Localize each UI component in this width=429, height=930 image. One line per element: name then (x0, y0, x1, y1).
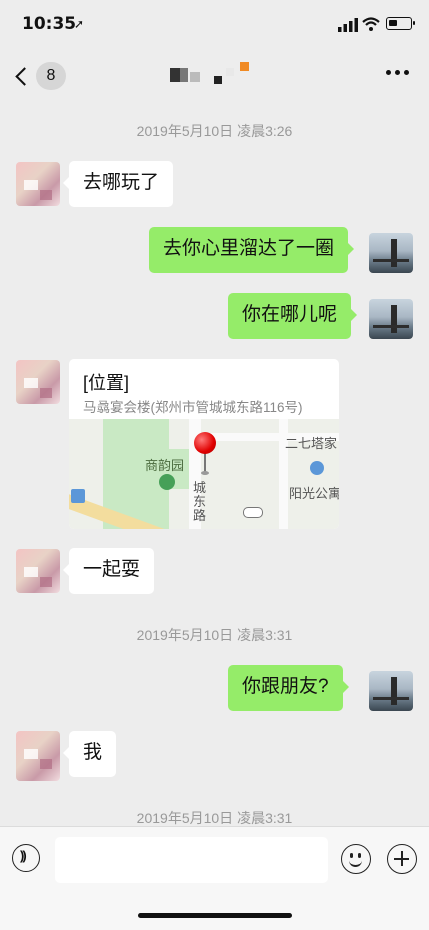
map-label-park: 商韵园 (145, 458, 185, 473)
timestamp: 2019年5月10日 凌晨3:31 (136, 627, 293, 643)
message-bubble-sent[interactable]: 你跟朋友? (228, 665, 349, 711)
contact-avatar[interactable] (16, 731, 60, 781)
timestamp: 2019年5月10日 凌晨3:26 (136, 123, 293, 139)
my-avatar[interactable] (369, 233, 413, 273)
location-message-card[interactable]: [位置] 马骉宴会楼(郑州市管城城东路116号) 商韵园 二七塔家 阳光公寓 城… (69, 359, 339, 529)
chevron-left-icon (15, 67, 34, 86)
timestamp: 2019年5月10日 凌晨3:31 (136, 810, 293, 826)
home-indicator[interactable] (138, 913, 292, 918)
wifi-icon (362, 17, 380, 31)
pin-stem (204, 453, 206, 473)
map-pin-icon (194, 432, 216, 454)
message-bubble-received[interactable]: 我 (62, 731, 117, 777)
traffic-light-icon (243, 507, 263, 518)
map-label-pagoda: 二七塔家 (285, 436, 338, 451)
battery-icon (386, 17, 415, 30)
message-input[interactable] (55, 837, 328, 883)
pin-shadow (201, 471, 209, 475)
map-label-road: 城东路 (193, 480, 207, 523)
location-arrow-icon: ➚ (74, 17, 85, 31)
location-address: 马骉宴会楼(郑州市管城城东路116号) (83, 400, 303, 415)
building-icon (310, 461, 324, 475)
clock: 10:35 (22, 14, 77, 34)
back-button[interactable]: 8 (14, 62, 66, 90)
more-options-button[interactable] (386, 70, 410, 78)
chat-title (170, 62, 262, 88)
park-icon (159, 474, 175, 490)
map-poi-icon (71, 489, 85, 503)
message-bubble-sent[interactable]: 你在哪儿呢 (228, 293, 358, 339)
message-bubble-received[interactable]: 一起耍 (62, 548, 155, 594)
map-label-apartment: 阳光公寓 (289, 486, 339, 501)
chat-header: 8 (0, 48, 429, 102)
location-map-preview[interactable]: 商韵园 二七塔家 阳光公寓 城东路 (69, 419, 339, 529)
my-avatar[interactable] (369, 299, 413, 339)
contact-avatar[interactable] (16, 549, 60, 593)
voice-input-icon[interactable] (12, 844, 40, 872)
plus-icon[interactable] (387, 844, 417, 874)
cellular-signal-icon (338, 18, 358, 32)
contact-avatar[interactable] (16, 360, 60, 404)
contact-avatar[interactable] (16, 162, 60, 206)
emoji-icon[interactable] (341, 844, 371, 874)
location-title: [位置] (83, 373, 130, 393)
my-avatar[interactable] (369, 671, 413, 711)
message-bubble-sent[interactable]: 去你心里溜达了一圈 (149, 227, 355, 273)
status-bar: 10:35 ➚ (0, 0, 429, 48)
message-bubble-received[interactable]: 去哪玩了 (62, 161, 174, 207)
unread-count-badge: 8 (36, 62, 66, 90)
